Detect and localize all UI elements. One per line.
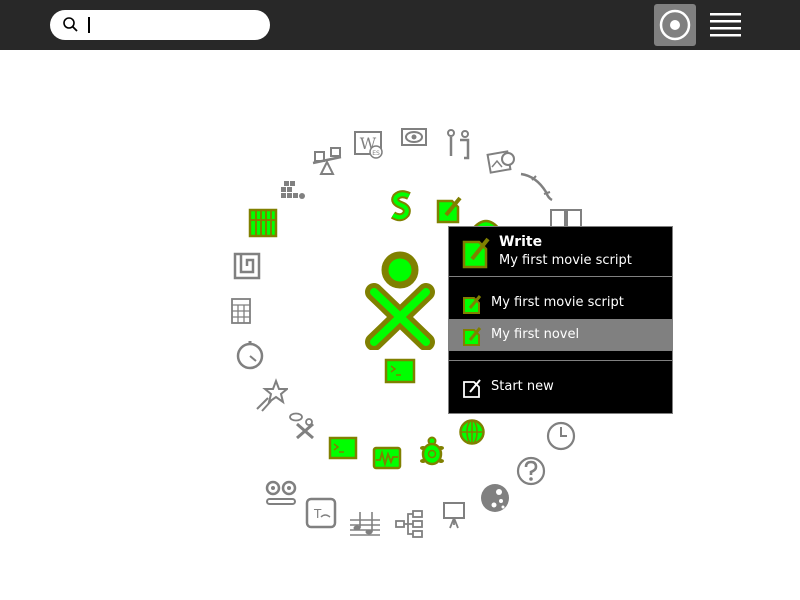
clock-icon[interactable] [545,420,577,452]
palette-title: Write [499,234,543,250]
dolphin-icon[interactable] [518,170,554,204]
stopwatch-icon[interactable] [234,338,266,370]
new-document-icon [463,379,481,398]
home-view-icon [659,9,691,41]
palette-separator [449,276,672,277]
photo-icon[interactable] [486,147,518,177]
palette-item-label: My first movie script [491,295,624,310]
palette-separator [449,360,672,361]
palette-item-novel[interactable]: My first novel [449,319,672,351]
write-icon [463,327,482,346]
search-input[interactable] [86,15,256,35]
list-view-icon [710,13,741,37]
top-toolbar [0,0,800,50]
start-new-label: Start new [491,379,554,394]
star-icon[interactable] [254,378,288,412]
write-icon[interactable] [434,195,464,225]
moon-icon[interactable] [479,482,511,514]
maze-icon[interactable] [232,251,262,281]
palette-item-movie-script[interactable]: My first movie script [449,287,672,319]
abacus-icon[interactable] [248,208,278,238]
browse-globe-icon[interactable] [458,418,486,446]
people-icon[interactable] [444,128,472,160]
speak-s-icon[interactable] [388,190,416,222]
write-icon [462,237,490,269]
typing-icon[interactable]: T [304,496,338,530]
start-new-button[interactable]: Start new [449,371,672,403]
music-icon[interactable] [348,508,382,538]
write-icon [463,295,482,314]
seesaw-icon[interactable] [310,144,344,176]
palette-subtitle: My first movie script [499,253,632,268]
calculator-icon[interactable] [230,298,252,324]
palette-header[interactable]: Write My first movie script [449,227,672,275]
record-icon[interactable] [264,478,298,508]
xo-buddy-icon[interactable] [364,250,436,350]
write-palette: Write My first movie script My first mov… [448,226,673,414]
turtle-icon[interactable] [418,436,446,468]
home-view-button[interactable] [654,4,696,46]
svg-text:ES: ES [372,150,380,157]
text-caret [88,17,90,33]
terminal-icon[interactable] [328,436,358,460]
svg-text:T: T [313,507,322,521]
wikipedia-icon[interactable]: W ES [352,130,386,160]
list-view-button[interactable] [705,8,747,42]
eye-icon[interactable] [400,126,428,148]
terminal-center-icon[interactable] [384,358,416,384]
blocks-icon[interactable] [278,180,306,202]
help-icon[interactable] [515,455,547,487]
palette-item-label: My first novel [491,327,580,342]
presentation-icon[interactable] [440,500,468,530]
search-icon [63,17,78,32]
scratch-icon[interactable] [288,412,318,442]
search-field[interactable] [50,10,270,40]
mind-map-icon[interactable] [394,508,424,540]
measure-icon[interactable] [372,446,402,470]
